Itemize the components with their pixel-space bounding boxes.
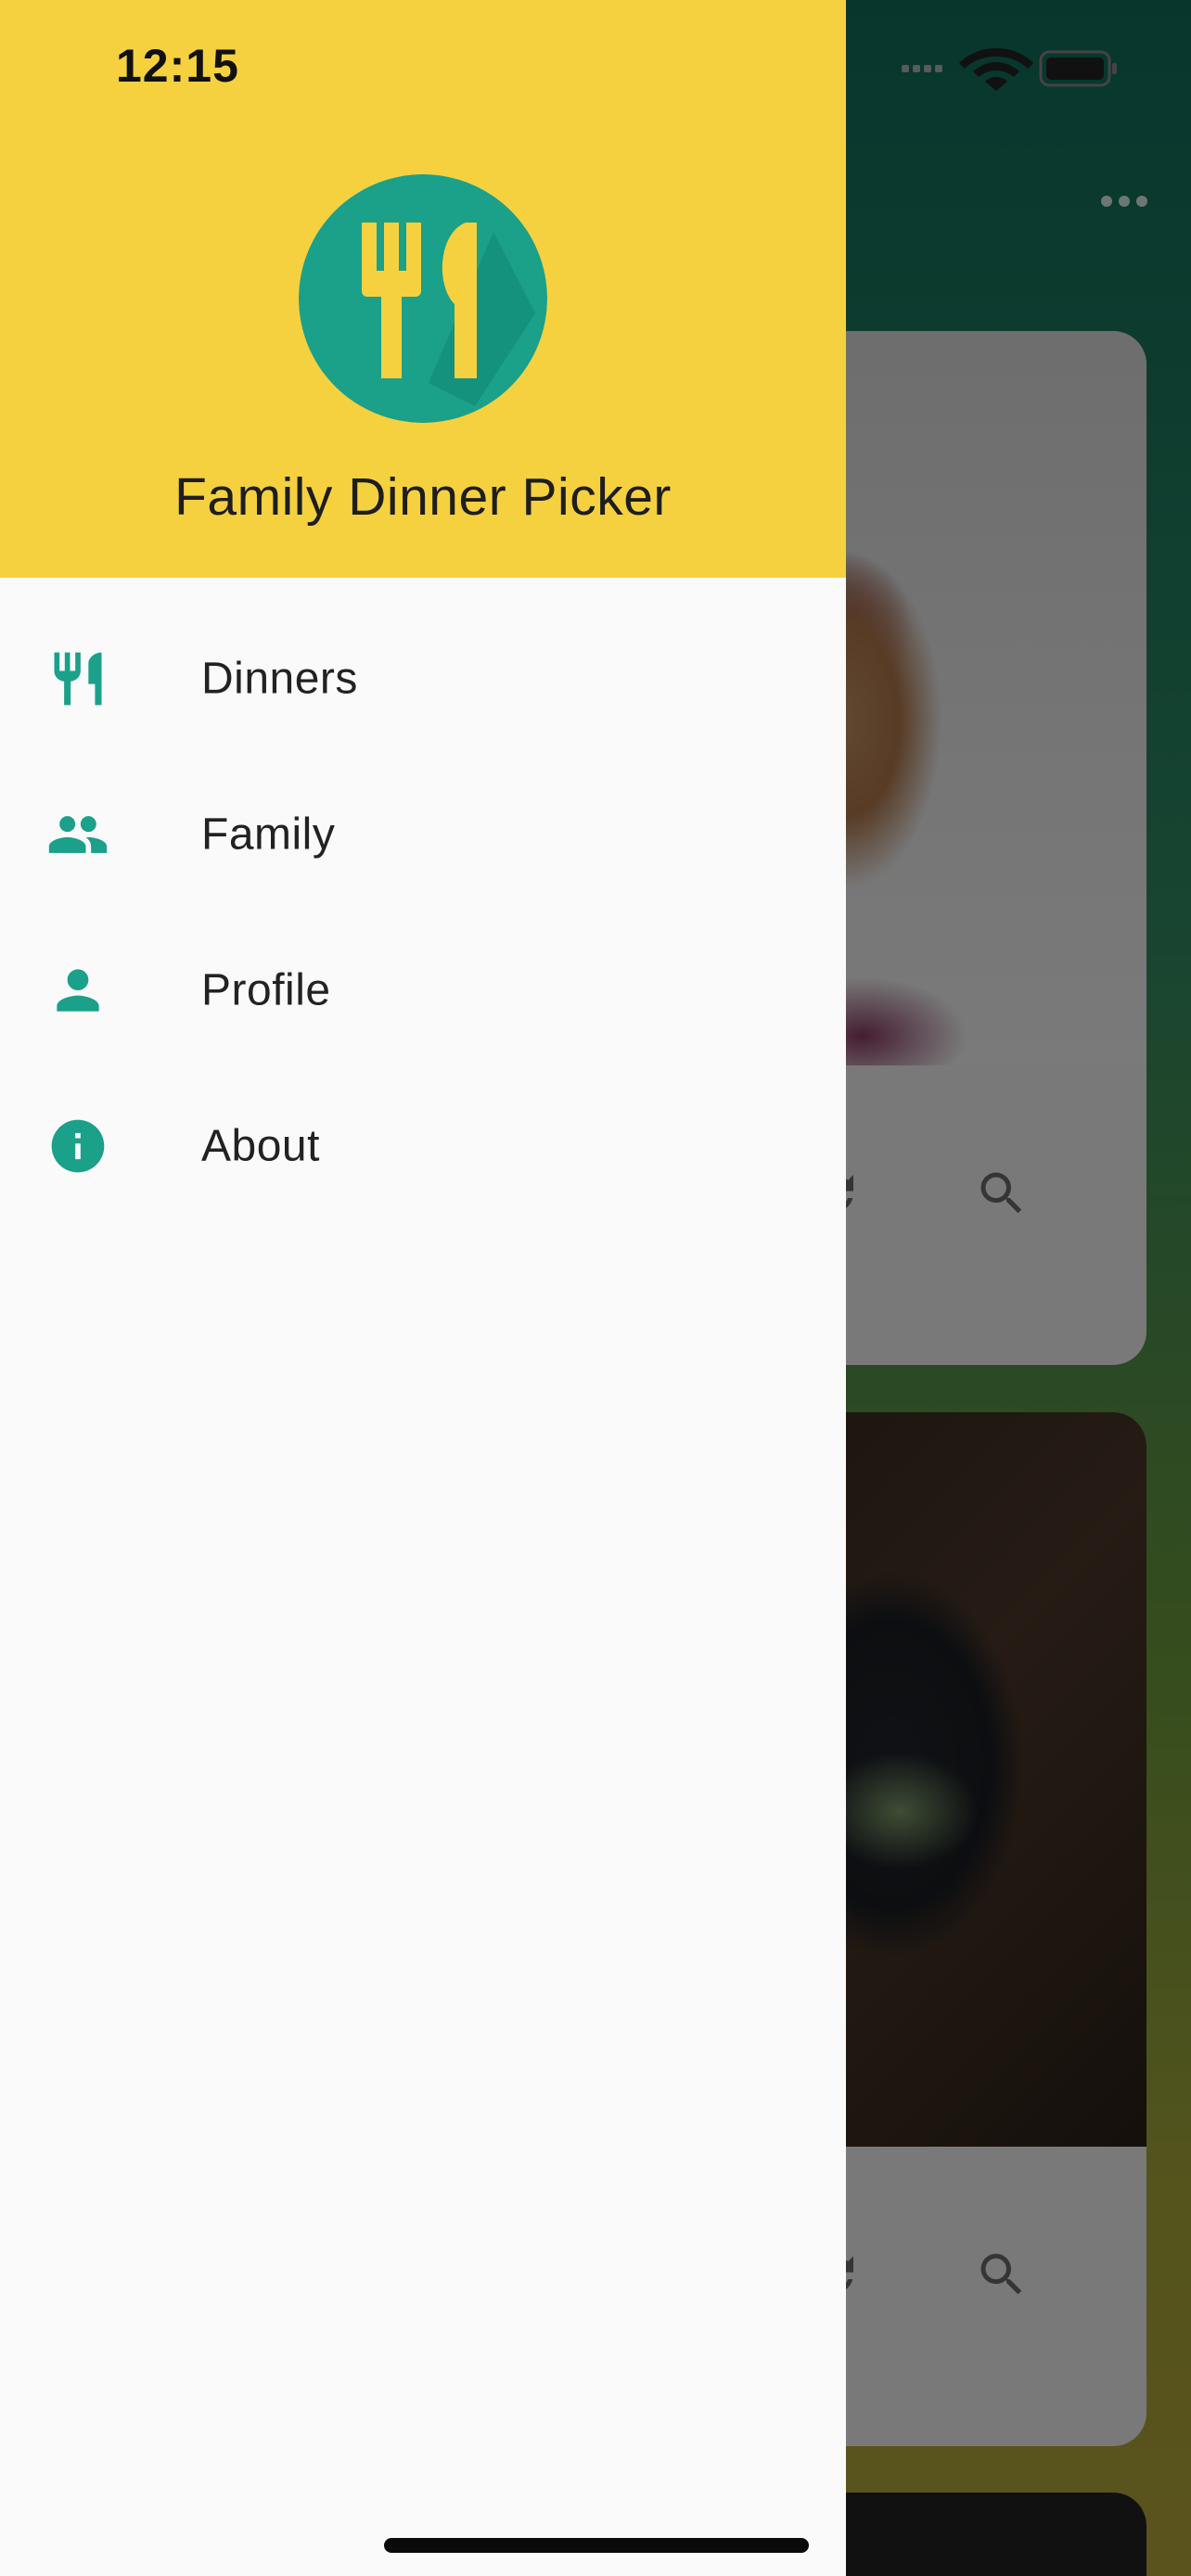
drawer-item-about[interactable]: About — [0, 1068, 846, 1224]
drawer-item-family[interactable]: Family — [0, 757, 846, 912]
info-icon — [51, 1119, 105, 1173]
drawer-item-label: Dinners — [201, 654, 358, 704]
navigation-drawer: Family Dinner Picker Dinners Family Prof… — [0, 0, 846, 2576]
drawer-item-dinners[interactable]: Dinners — [0, 601, 846, 757]
drawer-item-label: Profile — [201, 965, 331, 1015]
app-logo-icon — [299, 174, 547, 423]
home-indicator[interactable] — [384, 2538, 809, 2553]
app-name: Family Dinner Picker — [174, 467, 672, 527]
people-icon — [48, 816, 108, 853]
person-icon — [57, 969, 99, 1012]
status-bar-indicators — [902, 48, 1117, 91]
wifi-icon — [959, 48, 1033, 91]
status-bar-time: 12:15 — [116, 40, 239, 92]
restaurant-icon — [54, 652, 102, 706]
cellular-signal-icon — [902, 65, 942, 72]
drawer-item-profile[interactable]: Profile — [0, 912, 846, 1068]
drawer-item-label: Family — [201, 810, 336, 860]
battery-icon — [1039, 50, 1117, 87]
drawer-item-label: About — [201, 1121, 320, 1171]
